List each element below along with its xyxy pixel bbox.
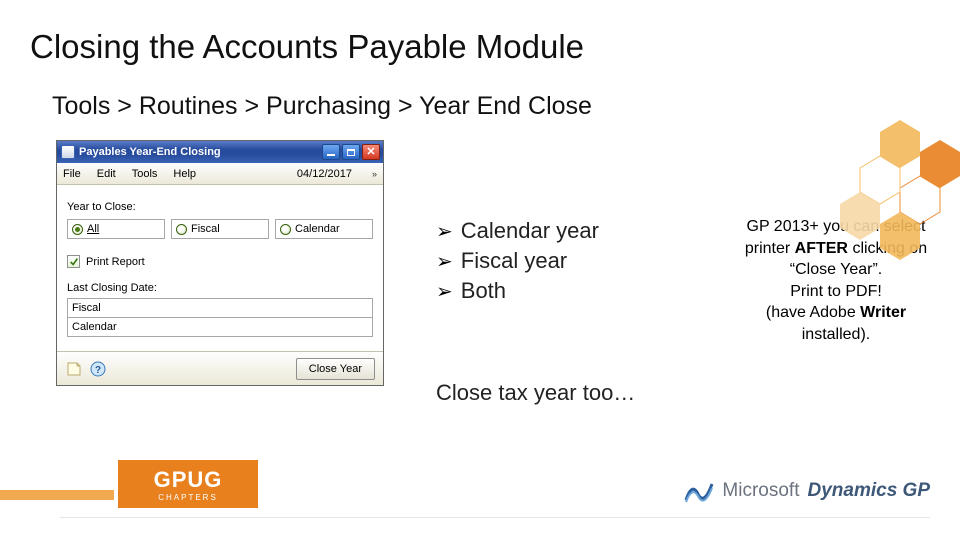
help-icon[interactable]: ? (89, 360, 107, 378)
app-icon (61, 145, 75, 159)
radio-dot-icon (176, 224, 187, 235)
gpug-logo-text: GPUG (154, 467, 223, 493)
note-bold: Writer (860, 304, 906, 321)
slide: Closing the Accounts Payable Module Tool… (0, 0, 960, 540)
note-icon[interactable] (65, 360, 83, 378)
accent-bar (0, 490, 114, 500)
gpug-logo: GPUG CHAPTERS (118, 460, 258, 508)
breadcrumb-path: Tools > Routines > Purchasing > Year End… (52, 92, 592, 121)
chevron-right-icon[interactable]: » (372, 169, 377, 179)
radio-label: Calendar (295, 223, 340, 235)
bullet-list: ➢ Calendar year ➢ Fiscal year ➢ Both (436, 218, 599, 308)
maximize-button[interactable] (342, 144, 360, 160)
menu-tools[interactable]: Tools (132, 168, 158, 180)
radio-all[interactable]: All (67, 219, 165, 239)
note-bold: AFTER (795, 240, 848, 257)
bullet-item: ➢ Fiscal year (436, 248, 599, 274)
radio-label: All (87, 223, 99, 235)
payables-year-end-window: Payables Year-End Closing ✕ File Edit To… (56, 140, 384, 386)
last-closing-calendar-row: Calendar (67, 317, 373, 337)
last-closing-date-label: Last Closing Date: (57, 274, 383, 296)
bullet-text: Calendar year (461, 218, 599, 244)
bullet-text: Both (461, 278, 506, 304)
radio-label: Fiscal (191, 223, 220, 235)
footer-icons: ? (65, 360, 107, 378)
print-report-label: Print Report (86, 256, 145, 268)
menu-file[interactable]: File (63, 168, 81, 180)
minimize-button[interactable] (322, 144, 340, 160)
bullet-item: ➢ Both (436, 278, 599, 304)
close-button[interactable]: ✕ (362, 144, 380, 160)
gpug-logo-sub: CHAPTERS (158, 493, 218, 502)
ms-text: Microsoft (722, 480, 799, 502)
radio-fiscal[interactable]: Fiscal (171, 219, 269, 239)
dynamics-text: Dynamics GP (808, 480, 931, 502)
slide-title: Closing the Accounts Payable Module (30, 28, 584, 66)
note-line: (have Adobe (766, 304, 860, 321)
bullet-arrow-icon: ➢ (436, 279, 453, 304)
window-buttons: ✕ (322, 144, 380, 160)
year-to-close-label: Year to Close: (57, 185, 383, 217)
window-date: 04/12/2017 (297, 168, 352, 180)
print-report-row: Print Report (57, 245, 383, 274)
menu-help[interactable]: Help (173, 168, 196, 180)
bullet-arrow-icon: ➢ (436, 219, 453, 244)
ms-dynamics-logo: Microsoft Dynamics GP (684, 476, 930, 506)
note-line: Print to PDF! (790, 283, 882, 300)
window-titlebar: Payables Year-End Closing ✕ (57, 141, 383, 163)
bullet-text: Fiscal year (461, 248, 567, 274)
svg-text:?: ? (95, 365, 101, 376)
close-tax-note: Close tax year too… (436, 380, 635, 406)
last-closing-fiscal-row: Fiscal (67, 298, 373, 318)
check-icon (69, 257, 79, 267)
bullet-item: ➢ Calendar year (436, 218, 599, 244)
window-title: Payables Year-End Closing (79, 146, 322, 158)
radio-calendar[interactable]: Calendar (275, 219, 373, 239)
bullet-arrow-icon: ➢ (436, 249, 453, 274)
menu-bar: File Edit Tools Help 04/12/2017 » (57, 163, 383, 185)
window-footer: ? Close Year (57, 351, 383, 385)
radio-dot-icon (280, 224, 291, 235)
note-line: installed). (802, 326, 870, 343)
footer-rule (60, 517, 930, 518)
year-to-close-radio-group: All Fiscal Calendar (57, 217, 383, 245)
radio-dot-icon (72, 224, 83, 235)
checkbox-print-report[interactable] (67, 255, 80, 268)
side-note: GP 2013+ you can select printer AFTER cl… (738, 216, 934, 346)
dynamics-wave-icon (684, 476, 714, 506)
menu-edit[interactable]: Edit (97, 168, 116, 180)
close-year-button[interactable]: Close Year (296, 358, 375, 380)
